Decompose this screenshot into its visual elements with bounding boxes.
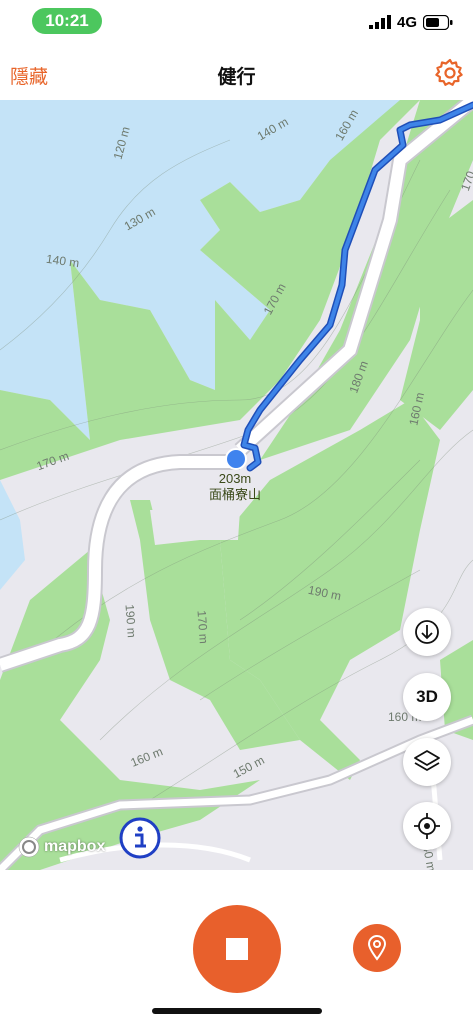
signal-icon — [368, 15, 391, 29]
stop-icon — [226, 938, 248, 960]
page-title: 健行 — [217, 67, 256, 88]
location-pin-icon — [367, 935, 387, 961]
layers-button[interactable] — [403, 738, 451, 786]
contour-label: 190 m — [122, 603, 139, 639]
download-map-button[interactable] — [403, 608, 451, 656]
mapbox-logo: mapbox — [18, 836, 105, 858]
status-bar: 10:21 4G — [0, 0, 473, 46]
peak-label: 203m 面桶寮山 — [190, 471, 280, 503]
download-icon — [415, 620, 439, 644]
mapbox-icon — [18, 836, 40, 858]
peak-name: 面桶寮山 — [208, 487, 261, 502]
3d-toggle-button[interactable]: 3D — [403, 673, 451, 721]
add-waypoint-button[interactable] — [353, 924, 401, 972]
info-icon[interactable] — [118, 816, 162, 860]
status-time: 10:21 — [32, 8, 102, 34]
gear-icon[interactable] — [435, 58, 465, 88]
status-indicators: 4G — [368, 12, 453, 32]
network-type: 4G — [396, 13, 417, 31]
stop-recording-button[interactable] — [193, 905, 281, 993]
locate-me-button[interactable] — [403, 802, 451, 850]
peak-elevation: 203m — [218, 471, 252, 486]
home-indicator[interactable] — [152, 1008, 322, 1014]
battery-icon — [423, 14, 453, 30]
nav-bar: 隱藏 健行 — [0, 46, 473, 100]
layers-icon — [414, 750, 440, 771]
crosshair-icon — [414, 813, 440, 839]
mapbox-text: mapbox — [44, 838, 106, 855]
map-view[interactable]: 140 m 120 m 160 m 130 m 140 m 170 m 180 … — [0, 100, 473, 870]
contour-label: 170 m — [194, 609, 211, 645]
3d-label: 3D — [416, 687, 438, 706]
bottom-bar — [0, 870, 473, 1024]
